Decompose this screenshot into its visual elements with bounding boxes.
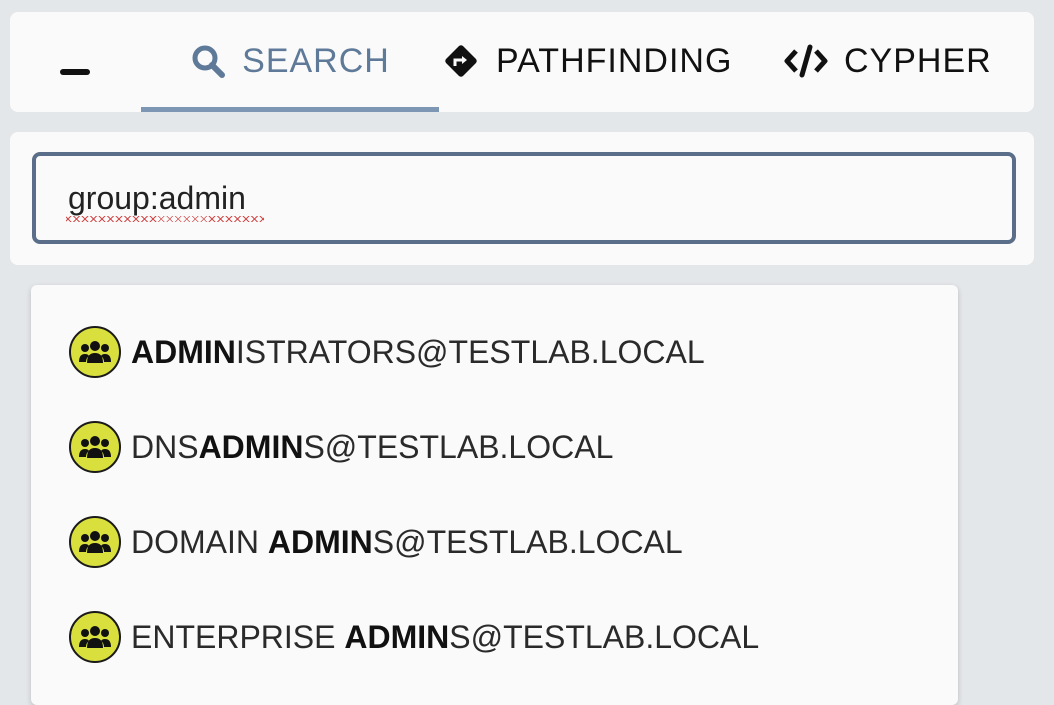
code-icon <box>784 44 828 78</box>
minus-icon <box>60 69 90 75</box>
tab-search[interactable]: SEARCH <box>141 12 439 112</box>
tab-search-label: SEARCH <box>242 41 390 80</box>
group-icon <box>69 516 121 568</box>
tab-bar: SEARCH PATHFINDING CYPHER <box>10 12 1034 112</box>
result-label: DNSADMINS@TESTLAB.LOCAL <box>131 428 614 465</box>
result-item[interactable]: ADMINISTRATORS@TESTLAB.LOCAL <box>69 322 705 382</box>
group-icon <box>69 326 121 378</box>
search-results-dropdown: ADMINISTRATORS@TESTLAB.LOCAL DNSADMINS@T… <box>31 285 958 705</box>
directions-icon <box>445 45 477 77</box>
tab-cypher[interactable]: CYPHER <box>784 12 992 112</box>
result-item[interactable]: DNSADMINS@TESTLAB.LOCAL <box>69 417 613 477</box>
result-label: DOMAIN ADMINS@TESTLAB.LOCAL <box>131 523 683 560</box>
search-icon <box>192 45 226 78</box>
group-icon <box>69 611 121 663</box>
search-panel <box>10 132 1034 265</box>
result-item[interactable]: ENTERPRISE ADMINS@TESTLAB.LOCAL <box>69 607 759 667</box>
collapse-button[interactable] <box>40 42 110 102</box>
tab-pathfinding[interactable]: PATHFINDING <box>442 12 732 112</box>
result-label: ADMINISTRATORS@TESTLAB.LOCAL <box>131 333 705 370</box>
group-icon <box>69 421 121 473</box>
tab-cypher-label: CYPHER <box>844 41 992 80</box>
search-input[interactable] <box>32 152 1016 244</box>
result-item[interactable]: DOMAIN ADMINS@TESTLAB.LOCAL <box>69 512 683 572</box>
active-tab-indicator <box>141 107 439 112</box>
tab-pathfinding-label: PATHFINDING <box>496 41 733 80</box>
result-label: ENTERPRISE ADMINS@TESTLAB.LOCAL <box>131 618 760 655</box>
